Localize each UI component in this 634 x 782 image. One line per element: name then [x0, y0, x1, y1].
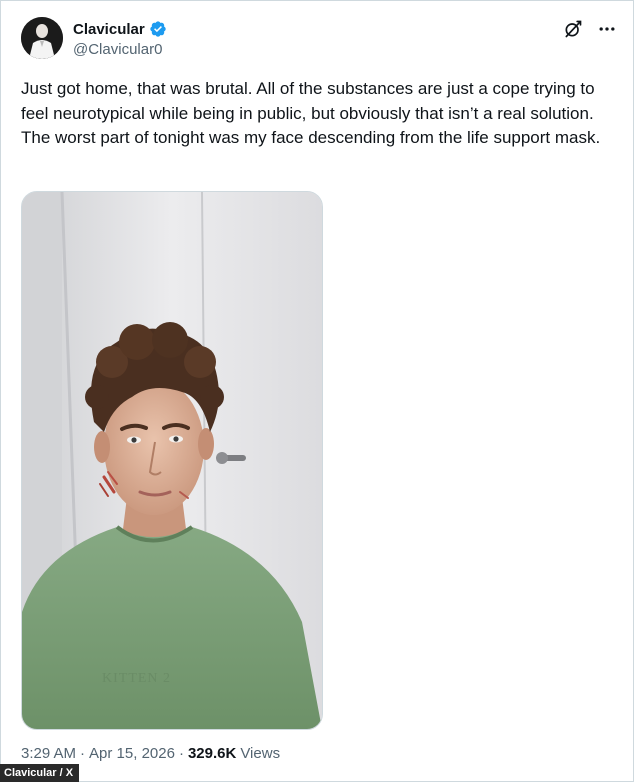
views-label: Views [240, 745, 281, 762]
tweet-meta: 3:29 AM · Apr 15, 2026 · 329.6K Views [21, 745, 280, 762]
grok-icon[interactable] [563, 19, 583, 39]
meta-separator: · [178, 745, 184, 762]
author-names: Clavicular @Clavicular0 [73, 19, 167, 58]
person-avatar-icon [21, 17, 63, 59]
tweet-text: Just got home, that was brutal. All of t… [21, 79, 601, 147]
tweet-header: Clavicular @Clavicular0 [21, 17, 621, 61]
views-count: 329.6K [187, 745, 237, 762]
author-handle[interactable]: @Clavicular0 [73, 41, 167, 58]
display-name-row: Clavicular [73, 19, 167, 39]
more-options-icon[interactable] [597, 19, 617, 39]
verified-badge-icon [150, 21, 166, 37]
tweet-card: Clavicular @Clavicular0 Just got home, t… [0, 0, 634, 782]
selfie-photo-image: KITTEN 2 [22, 192, 322, 729]
display-name[interactable]: Clavicular [73, 21, 145, 38]
meta-separator: · [80, 745, 86, 762]
svg-text:KITTEN 2: KITTEN 2 [102, 671, 171, 686]
header-actions [563, 19, 617, 39]
avatar[interactable] [21, 17, 63, 59]
photo-credit: Clavicular / X [0, 764, 80, 782]
tweet-time[interactable]: 3:29 AM [21, 745, 76, 762]
tweet-photo[interactable]: KITTEN 2 [21, 191, 323, 730]
tweet-date[interactable]: Apr 15, 2026 [89, 745, 175, 762]
